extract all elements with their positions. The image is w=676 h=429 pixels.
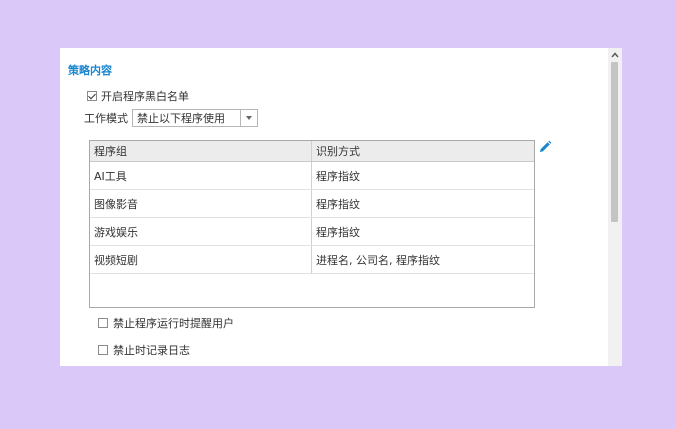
cell-recognition-method: 程序指纹 bbox=[316, 169, 360, 183]
table-row[interactable]: 图像影音 程序指纹 bbox=[90, 190, 534, 218]
cell-program-group: 游戏娱乐 bbox=[90, 218, 312, 245]
work-mode-value: 禁止以下程序使用 bbox=[137, 112, 225, 125]
scrollbar-thumb[interactable] bbox=[611, 62, 618, 222]
column-header-recognition-method[interactable]: 识别方式 bbox=[312, 141, 534, 161]
chevron-down-icon[interactable] bbox=[240, 110, 257, 126]
vertical-scrollbar[interactable] bbox=[608, 48, 622, 366]
cell-recognition-method: 程序指纹 bbox=[316, 197, 360, 211]
enable-list-label: 开启程序黑白名单 bbox=[101, 90, 189, 103]
cell-program-group: 图像影音 bbox=[90, 190, 312, 217]
work-mode-label: 工作模式 bbox=[84, 112, 128, 125]
log-label: 禁止时记录日志 bbox=[113, 344, 190, 357]
notify-user-label: 禁止程序运行时提醒用户 bbox=[113, 317, 234, 330]
column-header-program-group[interactable]: 程序组 bbox=[90, 141, 312, 161]
policy-panel: 策略内容 开启程序黑白名单 工作模式 禁止以下程序使用 程序组 识别方式 AI工… bbox=[60, 48, 622, 366]
enable-list-checkbox[interactable] bbox=[87, 91, 97, 101]
log-checkbox[interactable] bbox=[98, 345, 108, 355]
enable-list-option[interactable]: 开启程序黑白名单 bbox=[87, 88, 189, 104]
log-option[interactable]: 禁止时记录日志 bbox=[98, 342, 190, 358]
cell-program-group: 视频短剧 bbox=[90, 246, 312, 273]
notify-user-checkbox[interactable] bbox=[98, 318, 108, 328]
work-mode-row: 工作模式 禁止以下程序使用 bbox=[84, 109, 258, 127]
work-mode-select[interactable]: 禁止以下程序使用 bbox=[132, 109, 258, 127]
section-title: 策略内容 bbox=[68, 64, 112, 77]
chevron-up-icon[interactable] bbox=[611, 51, 619, 59]
program-group-table: 程序组 识别方式 AI工具 程序指纹 图像影音 程序指纹 游戏娱乐 程序指纹 视… bbox=[89, 140, 535, 308]
table-row[interactable]: AI工具 程序指纹 bbox=[90, 162, 534, 190]
table-header: 程序组 识别方式 bbox=[90, 141, 534, 162]
cell-program-group: AI工具 bbox=[90, 162, 312, 189]
table-row[interactable]: 视频短剧 进程名, 公司名, 程序指纹 bbox=[90, 246, 534, 274]
notify-user-option[interactable]: 禁止程序运行时提醒用户 bbox=[98, 315, 234, 331]
pencil-icon[interactable] bbox=[538, 140, 552, 154]
cell-recognition-method: 进程名, 公司名, 程序指纹 bbox=[316, 253, 440, 267]
cell-recognition-method: 程序指纹 bbox=[316, 225, 360, 239]
table-row[interactable]: 游戏娱乐 程序指纹 bbox=[90, 218, 534, 246]
